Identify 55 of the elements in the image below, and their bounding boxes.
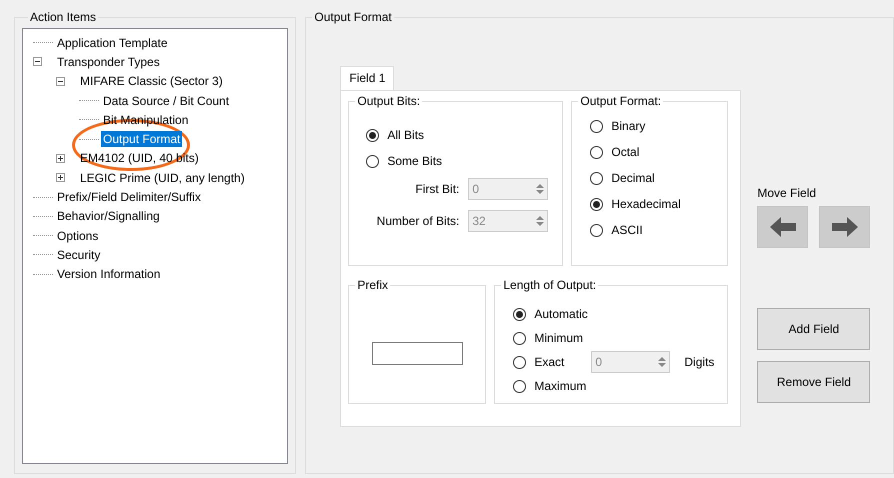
radio-label[interactable]: Hexadecimal	[611, 197, 681, 211]
tree-item[interactable]: Behavior/Signalling	[55, 208, 162, 224]
radio-button[interactable]	[590, 120, 604, 132]
prefix-field[interactable]	[372, 342, 463, 365]
field-label: First Bit:	[414, 182, 460, 196]
radio-button[interactable]	[513, 356, 526, 368]
tree-item[interactable]: Prefix/Field Delimiter/Suffix	[55, 189, 203, 206]
group-title: Output Format:	[579, 94, 662, 108]
radio-button[interactable]	[590, 146, 604, 158]
group-title: Action Items	[29, 10, 98, 24]
radio-button[interactable]	[590, 198, 604, 210]
radio-button[interactable]	[590, 224, 604, 236]
move-left-button[interactable]	[757, 206, 808, 248]
radio-label[interactable]: Some Bits	[387, 154, 442, 168]
tree-item[interactable]: Output Format	[101, 131, 182, 148]
action-button[interactable]: Remove Field	[757, 361, 870, 403]
radio-label[interactable]: Decimal	[611, 171, 655, 185]
action-button[interactable]: Add Field	[757, 308, 870, 350]
radio-label[interactable]: Binary	[611, 119, 646, 133]
group-title: Output Bits:	[356, 94, 422, 108]
left-arrow-icon	[770, 217, 796, 237]
expand-icon[interactable]	[56, 173, 65, 182]
tree-item[interactable]: Version Information	[55, 266, 162, 282]
tree-item[interactable]: Options	[55, 228, 100, 244]
collapse-icon[interactable]	[56, 76, 65, 86]
radio-label[interactable]: Octal	[611, 145, 640, 159]
group-title: Prefix	[356, 278, 390, 292]
tree-item[interactable]: LEGIC Prime (UID, any length)	[78, 170, 247, 186]
tab[interactable]: Field 1	[340, 66, 394, 90]
group-title: Length of Output:	[502, 278, 598, 292]
radio-button[interactable]	[513, 332, 526, 344]
radio-label[interactable]: ASCII	[611, 223, 643, 237]
move-field-label: Move Field	[757, 186, 818, 200]
radio-button[interactable]	[366, 128, 380, 142]
group-title: Output Format	[313, 10, 393, 24]
radio-button[interactable]	[513, 380, 526, 392]
tree-item[interactable]: MIFARE Classic (Sector 3)	[78, 73, 225, 90]
field-label: Number of Bits:	[376, 214, 460, 228]
expand-icon[interactable]	[56, 154, 65, 163]
unit-label: Digits	[684, 355, 714, 369]
radio-label[interactable]: Exact	[534, 355, 564, 369]
tree-item[interactable]: Application Template	[55, 34, 170, 51]
tree-item[interactable]: Transponder Types	[55, 54, 162, 70]
radio-button[interactable]	[366, 154, 380, 168]
right-arrow-icon	[832, 217, 858, 237]
move-right-button[interactable]	[819, 206, 870, 248]
collapse-icon[interactable]	[33, 57, 42, 66]
tree-item[interactable]: Data Source / Bit Count	[101, 92, 232, 109]
radio-button[interactable]	[590, 172, 604, 184]
radio-label[interactable]: Automatic	[534, 307, 588, 321]
radio-label[interactable]: All Bits	[387, 128, 424, 142]
radio-label[interactable]: Maximum	[534, 379, 586, 393]
tree-item[interactable]: Security	[55, 246, 102, 263]
radio-label[interactable]: Minimum	[534, 331, 584, 345]
radio-button[interactable]	[513, 308, 526, 320]
